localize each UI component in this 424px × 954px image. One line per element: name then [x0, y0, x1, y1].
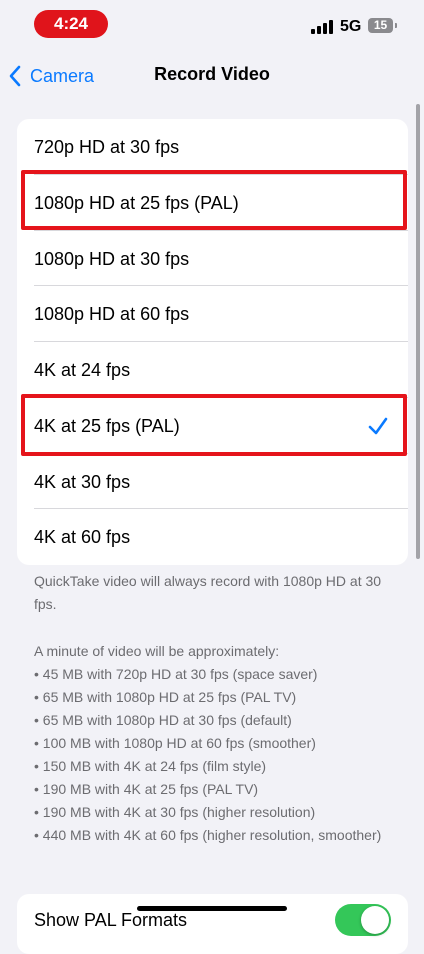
- checkmark-icon: [368, 417, 388, 435]
- battery-nub: [395, 23, 397, 28]
- status-time[interactable]: 4:24: [34, 10, 108, 38]
- format-row-4k24[interactable]: 4K at 24 fps: [17, 342, 408, 398]
- format-row-4k30[interactable]: 4K at 30 fps: [17, 454, 408, 510]
- status-bar: 4:24 5G 15: [0, 0, 424, 56]
- format-label: 720p HD at 30 fps: [34, 137, 180, 157]
- format-label: 4K at 25 fps (PAL): [34, 415, 180, 436]
- size-item: • 100 MB with 1080p HD at 60 fps (smooth…: [34, 735, 316, 751]
- format-row-1080p60[interactable]: 1080p HD at 60 fps: [17, 286, 408, 342]
- cellular-signal-icon: [311, 20, 333, 34]
- format-row-1080p25[interactable]: 1080p HD at 25 fps (PAL): [17, 175, 408, 231]
- toggle-knob: [361, 906, 389, 934]
- network-type: 5G: [340, 18, 362, 35]
- size-item: • 65 MB with 1080p HD at 30 fps (default…: [34, 712, 292, 728]
- size-item: • 150 MB with 4K at 24 fps (film style): [34, 758, 267, 774]
- page-title: Record Video: [154, 64, 270, 84]
- size-item: • 65 MB with 1080p HD at 25 fps (PAL TV): [34, 689, 297, 705]
- quicktake-note: QuickTake video will always record with …: [34, 573, 382, 612]
- format-list: 720p HD at 30 fps 1080p HD at 25 fps (PA…: [17, 119, 408, 565]
- size-intro: A minute of video will be approximately:: [34, 643, 280, 659]
- size-item: • 45 MB with 720p HD at 30 fps (space sa…: [34, 666, 318, 682]
- format-label: 1080p HD at 30 fps: [34, 248, 190, 269]
- format-label: 1080p HD at 25 fps (PAL): [34, 192, 239, 213]
- battery-icon: 15: [368, 18, 393, 33]
- format-row-1080p30[interactable]: 1080p HD at 30 fps: [17, 231, 408, 287]
- pal-formats-toggle[interactable]: [335, 904, 391, 936]
- home-indicator[interactable]: [137, 906, 287, 911]
- size-item: • 440 MB with 4K at 60 fps (higher resol…: [34, 827, 382, 843]
- format-label: 4K at 24 fps: [34, 360, 131, 380]
- size-item: • 190 MB with 4K at 25 fps (PAL TV): [34, 781, 259, 797]
- pal-formats-row: Show PAL Formats: [17, 894, 408, 954]
- format-row-4k60[interactable]: 4K at 60 fps: [17, 509, 408, 565]
- format-label: 1080p HD at 60 fps: [34, 304, 190, 325]
- scrollbar[interactable]: [416, 104, 420, 559]
- size-info: A minute of video will be approximately:…: [34, 640, 394, 847]
- size-item: • 190 MB with 4K at 30 fps (higher resol…: [34, 804, 316, 820]
- format-row-720p30[interactable]: 720p HD at 30 fps: [17, 119, 408, 175]
- format-label: 4K at 30 fps: [34, 471, 131, 492]
- format-label: 4K at 60 fps: [34, 527, 131, 548]
- pal-formats-label: Show PAL Formats: [34, 910, 188, 930]
- format-row-4k25[interactable]: 4K at 25 fps (PAL): [17, 398, 408, 454]
